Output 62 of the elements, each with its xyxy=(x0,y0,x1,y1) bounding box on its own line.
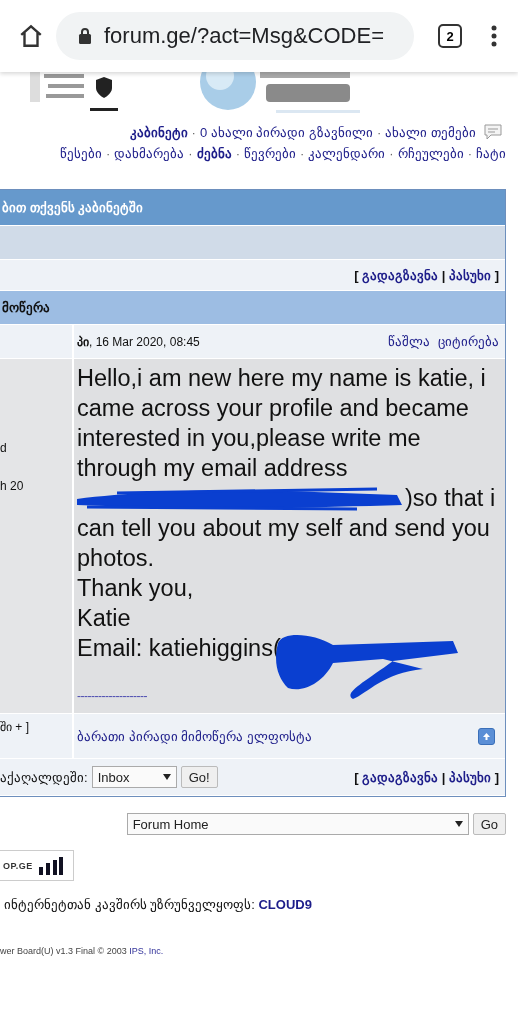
nav-separator: · xyxy=(467,146,472,161)
go-button[interactable]: Go! xyxy=(180,766,218,788)
go-button[interactable]: Go xyxy=(472,813,506,835)
folder-select[interactable]: Inbox xyxy=(91,766,177,788)
action-link[interactable]: პასუხი xyxy=(449,267,492,283)
nav-separator: · xyxy=(377,124,382,140)
nav-link[interactable]: წესები xyxy=(59,146,102,161)
nav-link[interactable]: დახმარება xyxy=(114,146,185,161)
section-title: მოწერა xyxy=(2,300,50,315)
forum-jump-select[interactable]: Forum Home xyxy=(126,813,469,835)
action-link[interactable]: გადაგზავნა xyxy=(362,769,439,785)
link-separator: | xyxy=(440,769,447,785)
move-label: აქაღალდეში: xyxy=(0,769,88,785)
nav-separator: · xyxy=(191,124,196,140)
nav-link[interactable]: რჩეულები xyxy=(397,146,464,161)
nav-link[interactable]: ჩატი xyxy=(476,146,506,161)
link-separator: | xyxy=(440,267,447,283)
home-icon[interactable] xyxy=(18,23,44,49)
message-text: Hello,i am new here my name is katie, i came across your profile and became interested in you,please write me through my email address xyxy=(77,365,486,481)
bracket: ] xyxy=(493,267,499,283)
action-link[interactable]: პასუხი xyxy=(449,769,492,785)
author-info: h 20 xyxy=(0,479,25,493)
bracket: ] xyxy=(493,769,499,785)
lock-icon xyxy=(78,27,92,45)
url-text: forum.ge/?act=Msg&CODE= xyxy=(104,23,384,49)
message-text: Katie xyxy=(77,605,131,631)
dropdown-arrow-icon xyxy=(454,821,463,827)
counter-label: OP.GE xyxy=(3,860,33,871)
panel-title: ბით თქვენს კაბინეტში xyxy=(2,200,144,215)
address-bar[interactable]: forum.ge/?act=Msg&CODE= xyxy=(56,12,414,60)
scroll-top-icon[interactable] xyxy=(478,727,495,745)
nav-link[interactable]: კაბინეტი xyxy=(129,124,188,140)
copyright-link[interactable]: IPS, Inc. xyxy=(129,946,164,956)
bracket: [ xyxy=(354,769,360,785)
message-link[interactable]: ციტირება xyxy=(438,334,499,349)
nav-separator: · xyxy=(389,146,394,161)
nav-separator: · xyxy=(299,146,305,161)
tab-count-button[interactable]: 2 xyxy=(438,24,462,48)
copyright-text: wer Board(U) v1.3 Final © 2003 IPS, Inc. xyxy=(0,946,165,956)
message-text: Thank you, xyxy=(77,575,194,601)
signature-line: -------------------- xyxy=(77,689,148,703)
nav-link[interactable]: ახალი თემები xyxy=(385,124,476,140)
footer-link[interactable]: ბარათი პირადი მიმოწერა ელფოსტა xyxy=(77,728,312,744)
bracket: [ xyxy=(354,267,360,283)
nav-separator: · xyxy=(105,146,111,161)
provider-text: ინტერნეტთან კავშირს უზრუნველყოფს: CLOUD9 xyxy=(3,897,313,912)
message-text: can tell you about my self and send you photos. xyxy=(77,515,490,571)
nav-separator: · xyxy=(235,146,240,161)
message-link[interactable]: წაშლა xyxy=(388,334,430,349)
nav-link[interactable]: 0 ახალი პირადი გზავნილი xyxy=(199,124,374,140)
action-link[interactable]: გადაგზავნა xyxy=(362,267,439,283)
bar-chart-icon xyxy=(38,856,63,875)
author-link[interactable]: ში + ] xyxy=(0,720,72,734)
nav-link[interactable]: წევრები xyxy=(243,146,296,161)
dropdown-arrow-icon xyxy=(162,774,171,780)
message-text: )so that i xyxy=(405,484,496,513)
message-date: პი, 16 Mar 2020, 08:45 xyxy=(77,334,201,349)
nav-link[interactable]: ძებნა xyxy=(196,146,232,161)
provider-link[interactable]: CLOUD9 xyxy=(258,897,312,912)
nav-separator: · xyxy=(188,146,193,161)
nav-link[interactable]: კალენდარი xyxy=(308,146,386,161)
author-info: d xyxy=(0,441,8,455)
